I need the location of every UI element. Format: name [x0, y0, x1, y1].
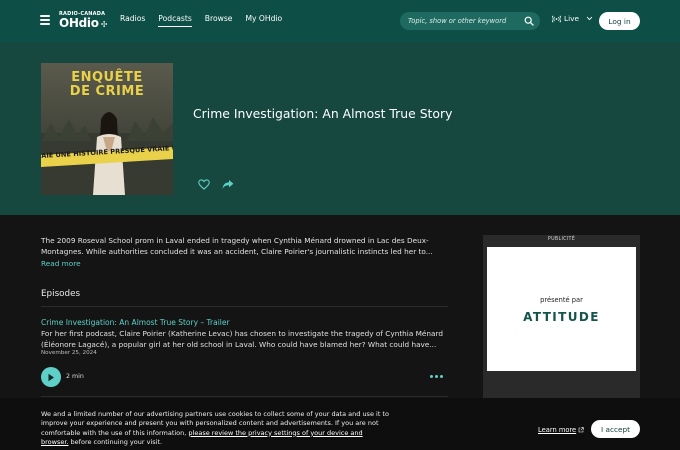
radio-canada-gem-icon	[100, 20, 107, 27]
logo-brand-main: OHdio	[59, 16, 99, 30]
cookie-text: We and a limited number of our advertisi…	[41, 410, 389, 446]
chevron-down-icon	[586, 16, 593, 21]
more-options-icon[interactable]	[430, 375, 443, 378]
ohdio-logo[interactable]: RADIO-CANADA OHdio	[59, 11, 107, 31]
broadcast-icon	[552, 15, 561, 22]
ad-label: PUBLICITÉ	[547, 237, 576, 242]
podcast-cover-art[interactable]: ENQUÊTE DE CRIME AIE UNE HISTOIRE PRESQU…	[41, 63, 173, 195]
live-dropdown[interactable]: Live	[552, 14, 593, 23]
menu-icon[interactable]	[40, 15, 50, 25]
episode-title[interactable]: Crime Investigation: An Almost True Stor…	[41, 318, 230, 327]
nav-radios[interactable]: Radios	[120, 14, 145, 27]
top-header: RADIO-CANADA OHdio Radios Podcasts Brows…	[0, 0, 680, 42]
nav-my-ohdio[interactable]: My OHdio	[245, 14, 282, 27]
play-icon	[48, 373, 54, 381]
divider	[41, 396, 448, 397]
podcast-hero: ENQUÊTE DE CRIME AIE UNE HISTOIRE PRESQU…	[0, 42, 680, 215]
divider	[41, 306, 448, 307]
main-nav: Radios Podcasts Browse My OHdio	[120, 14, 282, 27]
ad-creative[interactable]: présenté par ATTITUDE	[487, 247, 636, 371]
heart-icon[interactable]	[198, 179, 210, 190]
nav-podcasts[interactable]: Podcasts	[158, 14, 192, 27]
cover-title: ENQUÊTE DE CRIME	[69, 70, 145, 99]
ad-presented-by: présenté par	[540, 296, 583, 304]
share-icon[interactable]	[222, 179, 234, 190]
nav-browse[interactable]: Browse	[205, 14, 233, 27]
play-button[interactable]	[41, 367, 61, 387]
search-input[interactable]	[408, 17, 522, 25]
login-button[interactable]: Log in	[599, 12, 640, 30]
podcast-actions	[198, 179, 234, 190]
episodes-heading: Episodes	[41, 289, 81, 299]
search-icon[interactable]	[524, 16, 534, 26]
read-more-link[interactable]: Read more	[41, 259, 81, 268]
episode-description: For her first podcast, Claire Poirier (K…	[41, 329, 444, 349]
episode-date: November 25, 2024	[41, 350, 97, 356]
episode-duration: 2 min	[66, 373, 84, 380]
live-label: Live	[564, 14, 580, 23]
podcast-description: The 2009 Roseval School prom in Laval en…	[41, 236, 433, 256]
accept-cookies-button[interactable]: I accept	[591, 420, 640, 438]
advertisement: PUBLICITÉ présenté par ATTITUDE	[483, 235, 640, 398]
cookie-banner: We and a limited number of our advertisi…	[0, 398, 680, 450]
podcast-title: Crime Investigation: An Almost True Stor…	[193, 106, 453, 121]
search-box	[400, 12, 540, 30]
ad-brand: ATTITUDE	[523, 310, 600, 324]
external-link-icon	[578, 427, 584, 433]
learn-more-link[interactable]: Learn more	[538, 426, 584, 434]
